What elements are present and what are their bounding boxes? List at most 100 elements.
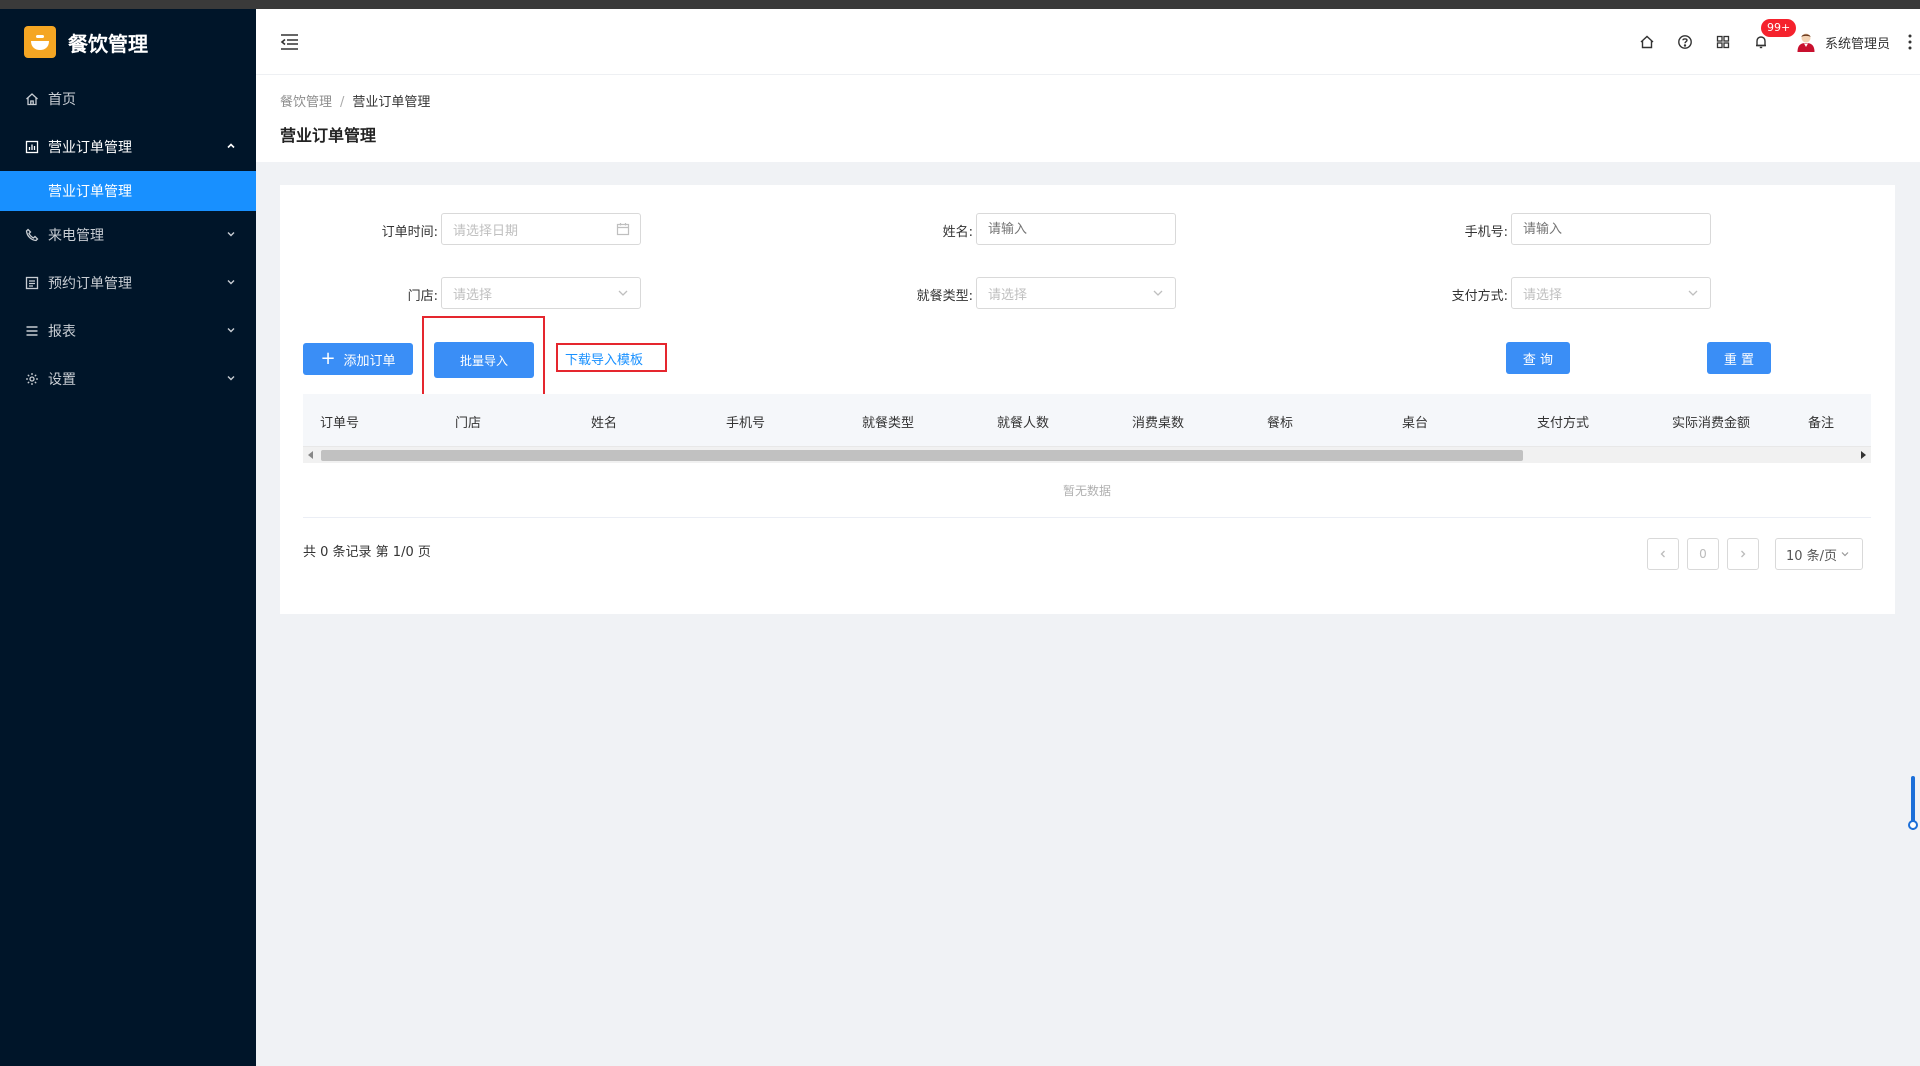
menu-icon bbox=[24, 323, 40, 339]
name-label: 姓名: bbox=[942, 225, 973, 240]
page-header: 餐饮管理 / 营业订单管理 营业订单管理 bbox=[256, 75, 1920, 162]
column-header: 门店 bbox=[455, 416, 482, 431]
batch-import-button[interactable]: 批量导入 bbox=[434, 342, 534, 378]
list-icon bbox=[24, 275, 40, 291]
column-header: 支付方式 bbox=[1537, 416, 1590, 431]
column-header: 消费桌数 bbox=[1132, 416, 1185, 431]
query-button[interactable]: 查 询 bbox=[1506, 342, 1570, 374]
download-template-link[interactable]: 下载导入模板 bbox=[565, 349, 643, 368]
column-header: 姓名 bbox=[591, 416, 618, 431]
notification-badge: 99+ bbox=[1760, 19, 1797, 37]
window-top-strip bbox=[0, 0, 1920, 9]
column-header: 桌台 bbox=[1402, 416, 1429, 431]
sidebar-item-settings[interactable]: 设置 bbox=[0, 355, 256, 403]
chevron-down-icon bbox=[1151, 286, 1165, 300]
chevron-down-icon bbox=[226, 229, 236, 242]
payment-select[interactable]: 请选择 bbox=[1511, 277, 1711, 309]
column-header: 就餐人数 bbox=[997, 416, 1050, 431]
chevron-down-icon bbox=[1841, 552, 1849, 557]
orders-card: 订单时间: 请选择日期 姓名: 手机号: 门店: 请选择 就餐类型: 请选择 支… bbox=[280, 185, 1895, 614]
store-select[interactable]: 请选择 bbox=[441, 277, 641, 309]
breadcrumb-root[interactable]: 餐饮管理 bbox=[280, 95, 332, 110]
column-header: 订单号 bbox=[320, 416, 360, 431]
phone-icon bbox=[24, 227, 40, 243]
chevron-down-icon bbox=[616, 286, 630, 300]
store-label: 门店: bbox=[407, 289, 438, 304]
sidebar: 餐饮管理 首页 营业订单管理 营业订单管理 来电管理 预约订单管理 报表 设置 bbox=[0, 9, 256, 1066]
chevron-right-icon bbox=[1741, 550, 1746, 558]
breadcrumb-separator: / bbox=[340, 95, 345, 110]
user-name[interactable]: 系统管理员 bbox=[1825, 33, 1890, 52]
more-vertical-icon[interactable] bbox=[1904, 32, 1916, 52]
order-time-placeholder: 请选择日期 bbox=[453, 223, 519, 239]
table-header: 订单号 门店 姓名 手机号 就餐类型 就餐人数 消费桌数 餐标 桌台 支付方式 … bbox=[303, 394, 1871, 446]
table-horizontal-scrollbar[interactable] bbox=[303, 446, 1871, 463]
app-logo[interactable]: 餐饮管理 bbox=[0, 9, 256, 75]
batch-import-label: 批量导入 bbox=[459, 353, 508, 368]
sidebar-item-label: 营业订单管理 bbox=[48, 140, 132, 156]
chevron-down-icon bbox=[1686, 286, 1700, 300]
bowl-icon bbox=[24, 26, 56, 58]
page-size-value: 10 条/页 bbox=[1786, 548, 1838, 564]
chevron-left-icon bbox=[1660, 550, 1665, 558]
column-header: 备注 bbox=[1808, 416, 1835, 431]
pagination-summary: 共 0 条记录 第 1/0 页 bbox=[303, 545, 431, 560]
column-header: 就餐类型 bbox=[862, 416, 915, 431]
chart-icon bbox=[24, 139, 40, 155]
payment-placeholder: 请选择 bbox=[1523, 287, 1563, 303]
scrollbar-thumb[interactable] bbox=[321, 450, 1523, 461]
help-icon[interactable] bbox=[1675, 32, 1695, 52]
page-scroll-handle[interactable] bbox=[1908, 820, 1918, 830]
dining-type-select[interactable]: 请选择 bbox=[976, 277, 1176, 309]
header-actions: 99+ 系统管理员 bbox=[1637, 9, 1920, 75]
page-size-select[interactable]: 10 条/页 bbox=[1775, 538, 1863, 570]
dining-type-label: 就餐类型: bbox=[916, 289, 973, 304]
chevron-down-icon bbox=[226, 277, 236, 290]
scroll-right-icon[interactable] bbox=[1861, 451, 1866, 459]
phone-input[interactable] bbox=[1511, 213, 1711, 245]
notification-bell-icon[interactable]: 99+ bbox=[1751, 19, 1797, 52]
plus-icon: + bbox=[320, 348, 336, 369]
current-page[interactable]: 0 bbox=[1687, 538, 1719, 570]
name-input[interactable] bbox=[976, 213, 1176, 245]
chevron-down-icon bbox=[226, 325, 236, 338]
chevron-up-icon bbox=[226, 141, 236, 154]
sidebar-item-reservations[interactable]: 预约订单管理 bbox=[0, 259, 256, 307]
add-order-button[interactable]: + 添加订单 bbox=[303, 343, 413, 375]
avatar[interactable] bbox=[1795, 31, 1817, 53]
query-label: 查 询 bbox=[1522, 352, 1554, 368]
column-header: 手机号 bbox=[726, 416, 766, 431]
home-icon[interactable] bbox=[1637, 32, 1657, 52]
order-time-picker[interactable]: 请选择日期 bbox=[441, 213, 641, 245]
reset-button[interactable]: 重 置 bbox=[1707, 342, 1771, 374]
breadcrumb: 餐饮管理 / 营业订单管理 bbox=[280, 91, 430, 110]
sidebar-item-calls[interactable]: 来电管理 bbox=[0, 211, 256, 259]
column-header: 实际消费金额 bbox=[1672, 416, 1751, 431]
page-title: 营业订单管理 bbox=[280, 126, 377, 145]
sidebar-item-home[interactable]: 首页 bbox=[0, 75, 256, 123]
chevron-down-icon bbox=[226, 373, 236, 386]
phone-label: 手机号: bbox=[1464, 225, 1508, 240]
prev-page-button[interactable] bbox=[1647, 538, 1679, 570]
scroll-left-icon[interactable] bbox=[308, 451, 313, 459]
sidebar-item-reports[interactable]: 报表 bbox=[0, 307, 256, 355]
breadcrumb-current: 营业订单管理 bbox=[352, 95, 431, 110]
next-page-button[interactable] bbox=[1727, 538, 1759, 570]
home-icon bbox=[24, 91, 40, 107]
calendar-icon bbox=[616, 222, 630, 236]
order-time-label: 订单时间: bbox=[381, 225, 438, 240]
dining-type-placeholder: 请选择 bbox=[988, 287, 1028, 303]
sidebar-subitem-label: 营业订单管理 bbox=[48, 184, 132, 200]
sidebar-item-label: 来电管理 bbox=[48, 228, 104, 244]
top-header: 99+ 系统管理员 bbox=[256, 9, 1920, 75]
apps-icon[interactable] bbox=[1713, 32, 1733, 52]
sidebar-item-label: 首页 bbox=[48, 92, 76, 108]
sidebar-item-label: 预约订单管理 bbox=[48, 276, 132, 292]
sidebar-item-business-orders[interactable]: 营业订单管理 bbox=[0, 123, 256, 171]
table-empty-state: 暂无数据 bbox=[303, 463, 1871, 518]
sidebar-subitem-business-orders[interactable]: 营业订单管理 bbox=[0, 171, 256, 211]
collapse-menu-icon[interactable] bbox=[280, 33, 300, 51]
sidebar-item-label: 报表 bbox=[48, 324, 76, 340]
gear-icon bbox=[24, 371, 40, 387]
sidebar-item-label: 设置 bbox=[48, 372, 76, 388]
